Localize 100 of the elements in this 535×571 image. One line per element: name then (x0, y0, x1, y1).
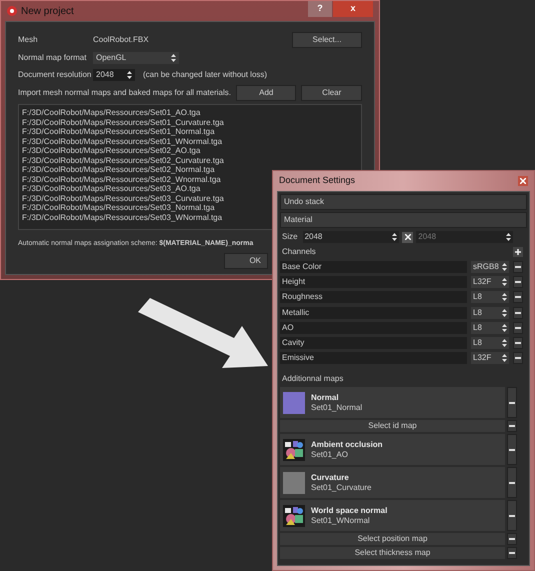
minus-icon (509, 552, 515, 554)
minus-icon (509, 402, 515, 404)
channel-name-field[interactable]: Roughness (280, 291, 467, 304)
map-card[interactable]: Normal Set01_Normal (280, 387, 505, 418)
minus-icon (515, 326, 521, 329)
remove-button[interactable] (513, 291, 523, 304)
link-toggle[interactable] (402, 232, 414, 242)
remove-button[interactable] (513, 352, 523, 364)
format-dropdown[interactable]: sRGB8 (471, 260, 509, 273)
file-path: F:/3D/CoolRobot/Maps/Ressources/Set01_Curvature.tga (22, 118, 224, 127)
minus-icon (515, 312, 521, 314)
map-file: Set01_Curvature (311, 482, 372, 493)
spinner-icon (502, 339, 507, 348)
channel-name-field[interactable]: Base Color (280, 260, 467, 273)
window-title: Document Settings (279, 174, 356, 188)
remove-button[interactable] (513, 322, 523, 334)
minus-icon (509, 448, 515, 451)
file-path: F:/3D/CoolRobot/Maps/Ressources/Set02_AO.tga (22, 146, 200, 156)
size-label: Size (281, 231, 299, 243)
section-header[interactable]: Material (280, 212, 527, 228)
field-label: Mesh (18, 34, 39, 46)
spinner-icon (502, 278, 507, 286)
map-title: Curvature (311, 472, 350, 483)
select-map-button[interactable]: Select thickness map (280, 547, 505, 560)
field-label: Document resolution (18, 69, 92, 81)
spinner-icon (506, 233, 511, 241)
remove-button[interactable] (507, 547, 517, 560)
add-button[interactable] (513, 247, 523, 257)
format-dropdown[interactable]: L8 (471, 306, 509, 319)
remove-button[interactable] (513, 276, 523, 288)
channels-label: Channels (281, 246, 317, 258)
maps-label: Additionnal maps (281, 373, 344, 386)
format-dropdown[interactable]: L32F (471, 352, 509, 364)
channel-name-field[interactable]: Metallic (280, 306, 467, 319)
remove-button[interactable] (507, 434, 517, 466)
resolution-dropdown[interactable]: 2048 (93, 69, 135, 81)
close-icon (404, 234, 411, 240)
minus-icon (515, 342, 521, 344)
minus-icon (515, 296, 521, 298)
remove-button[interactable] (513, 337, 523, 350)
width-dropdown[interactable]: 2048 (302, 231, 400, 243)
remove-button[interactable] (507, 500, 517, 532)
channel-name-field[interactable]: Height (280, 276, 467, 288)
minus-icon (509, 425, 515, 428)
map-file: Set01_WNormal (311, 516, 371, 526)
file-path: F:/3D/CoolRobot/Maps/Ressources/Set02_Normal.tga (22, 165, 215, 174)
file-path: F:/3D/CoolRobot/Maps/Ressources/Set02_Wnormal.tga (22, 174, 221, 184)
height-dropdown[interactable]: 2048 (416, 231, 513, 243)
import-label: Import mesh normal maps and baked maps for all materials. (18, 87, 231, 99)
select-button[interactable]: Select... (292, 32, 362, 48)
help-button[interactable]: ? (308, 1, 332, 17)
app-icon (7, 6, 17, 16)
file-path: F:/3D/CoolRobot/Maps/Ressources/Set02_Curvature.tga (22, 156, 224, 165)
file-path: F:/3D/CoolRobot/Maps/Ressources/Set03_AO.tga (22, 184, 200, 194)
map-card[interactable]: World space normal Set01_WNormal (280, 500, 505, 532)
select-map-button[interactable]: Select id map (280, 420, 505, 432)
file-path: F:/3D/CoolRobot/Maps/Ressources/Set01_Normal.tga (22, 127, 215, 136)
channel-name-field[interactable]: AO (280, 322, 467, 334)
format-dropdown[interactable]: OpenGL (93, 52, 179, 64)
plus-icon (515, 249, 521, 255)
section-header[interactable]: Undo stack (280, 194, 527, 210)
minus-icon (515, 266, 521, 268)
window-title: New project (21, 4, 74, 18)
spinner-icon (392, 233, 398, 241)
format-dropdown[interactable]: L8 (471, 322, 509, 334)
remove-button[interactable] (513, 260, 523, 273)
channel-name-field[interactable]: Cavity (280, 337, 467, 350)
close-button[interactable] (518, 176, 528, 186)
spinner-icon (171, 54, 176, 62)
select-map-button[interactable]: Select position map (280, 533, 505, 546)
format-dropdown[interactable]: L8 (471, 337, 509, 350)
close-button[interactable]: x (333, 1, 373, 17)
file-path: F:/3D/CoolRobot/Maps/Ressources/Set01_WNormal.tga (22, 136, 222, 146)
minus-icon (509, 538, 515, 540)
spinner-icon (502, 324, 507, 332)
remove-button[interactable] (507, 420, 517, 432)
format-dropdown[interactable]: L32F (471, 276, 509, 288)
map-card[interactable]: Curvature Set01_Curvature (280, 467, 505, 498)
remove-button[interactable] (513, 306, 523, 319)
remove-button[interactable] (507, 387, 517, 418)
minus-icon (515, 280, 521, 283)
file-path: F:/3D/CoolRobot/Maps/Ressources/Set03_WNormal.tga (22, 212, 222, 222)
channel-name-field[interactable]: Emissive (280, 352, 467, 364)
clear-button[interactable]: Clear (301, 85, 362, 101)
ok-button[interactable]: OK (224, 252, 268, 268)
map-title: Normal (311, 392, 340, 403)
spinner-icon (502, 293, 507, 302)
mesh-value: CoolRobot.FBX (93, 34, 149, 46)
format-dropdown[interactable]: L8 (471, 291, 509, 304)
minus-icon (509, 482, 515, 484)
map-title: World space normal (311, 506, 388, 516)
add-button[interactable]: Add (236, 85, 296, 101)
minus-icon (509, 514, 515, 517)
remove-button[interactable] (507, 467, 517, 498)
map-card[interactable]: Ambient occlusion Set01_AO (280, 434, 505, 466)
remove-button[interactable] (507, 533, 517, 546)
file-path: F:/3D/CoolRobot/Maps/Ressources/Set01_AO.tga (22, 108, 200, 118)
field-label: Normal map format (18, 52, 88, 64)
spinner-icon (127, 71, 132, 79)
spinner-icon (502, 308, 507, 317)
